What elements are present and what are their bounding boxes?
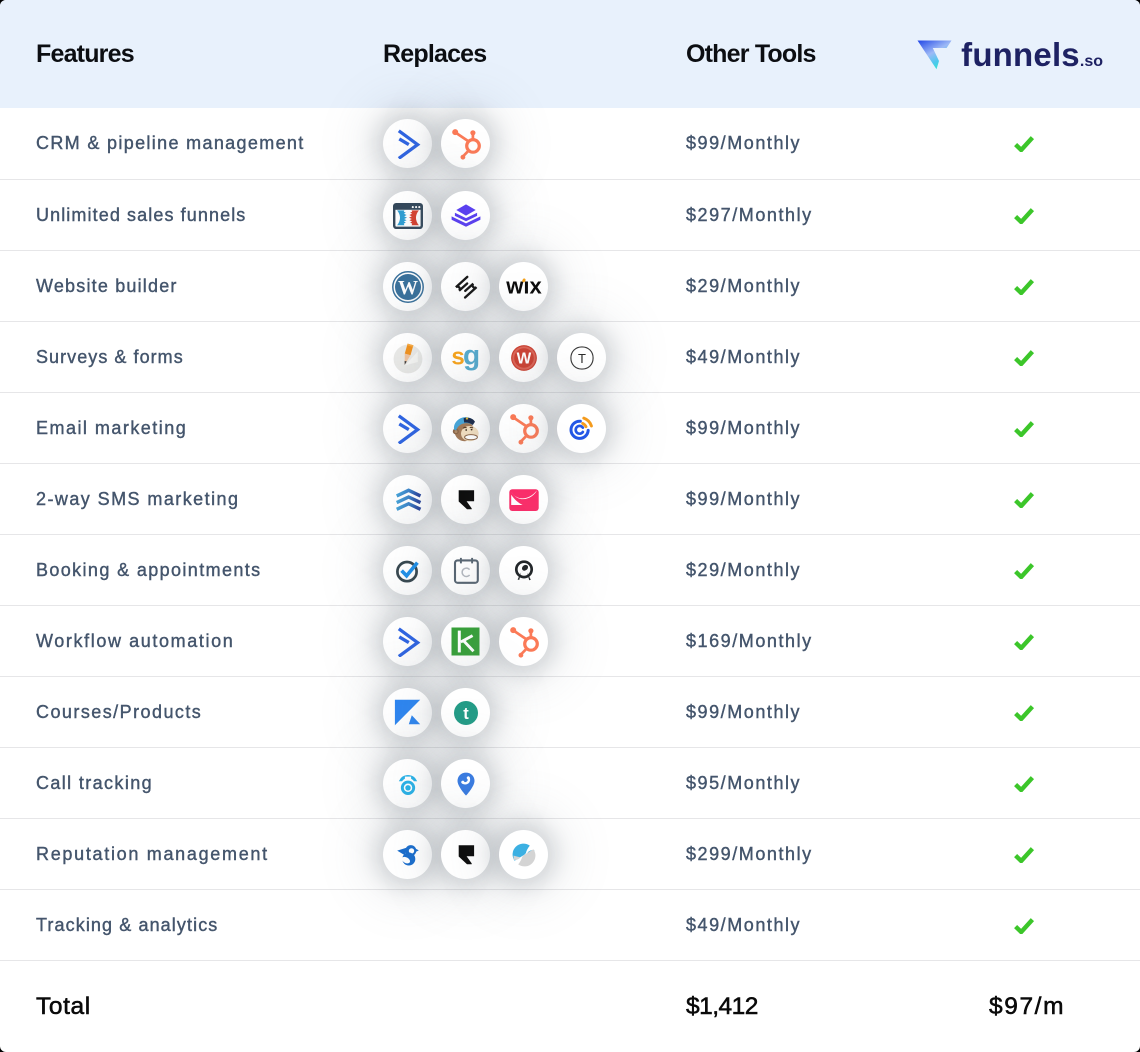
svg-text:g: g xyxy=(462,341,479,371)
svg-text:T: T xyxy=(578,351,586,366)
svg-text:W: W xyxy=(398,276,418,298)
svg-text:W: W xyxy=(516,350,531,367)
svg-text:t: t xyxy=(463,704,469,722)
svg-text:wıx: wıx xyxy=(505,273,542,298)
